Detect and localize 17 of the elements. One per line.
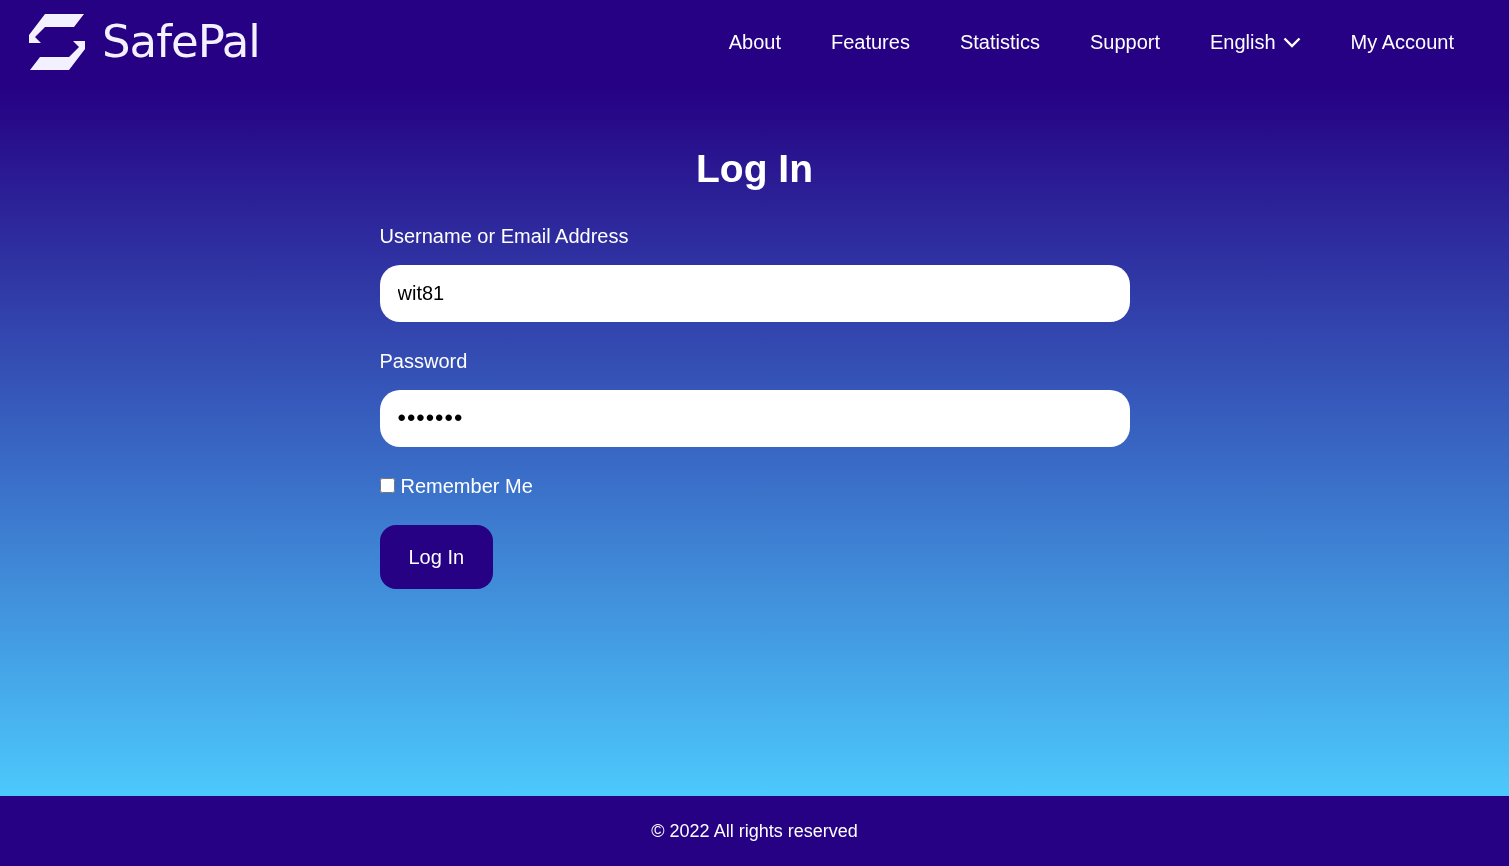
- nav-link[interactable]: Features: [805, 27, 935, 57]
- nav-link[interactable]: Support: [1064, 27, 1185, 57]
- page-title: Log In: [695, 146, 814, 192]
- login-button[interactable]: Log In: [379, 524, 494, 589]
- remember-checkbox[interactable]: [379, 478, 395, 494]
- language-dropdown[interactable]: English: [1185, 27, 1326, 57]
- checkbox-label: Remember Me: [400, 473, 533, 499]
- nav-link[interactable]: My Account: [1325, 27, 1481, 57]
- brand-name[interactable]: SafePal: [102, 8, 260, 76]
- logo-icon: [28, 13, 86, 71]
- nav-link[interactable]: Statistics: [934, 27, 1065, 57]
- field-label: Password: [379, 348, 468, 374]
- copyright-text: © 2022 All rights reserved: [651, 819, 858, 843]
- nav-link[interactable]: About: [703, 27, 806, 57]
- password-field[interactable]: •••••••: [379, 389, 1130, 447]
- username-field[interactable]: wit81: [379, 264, 1130, 322]
- field-label: Username or Email Address: [379, 223, 629, 249]
